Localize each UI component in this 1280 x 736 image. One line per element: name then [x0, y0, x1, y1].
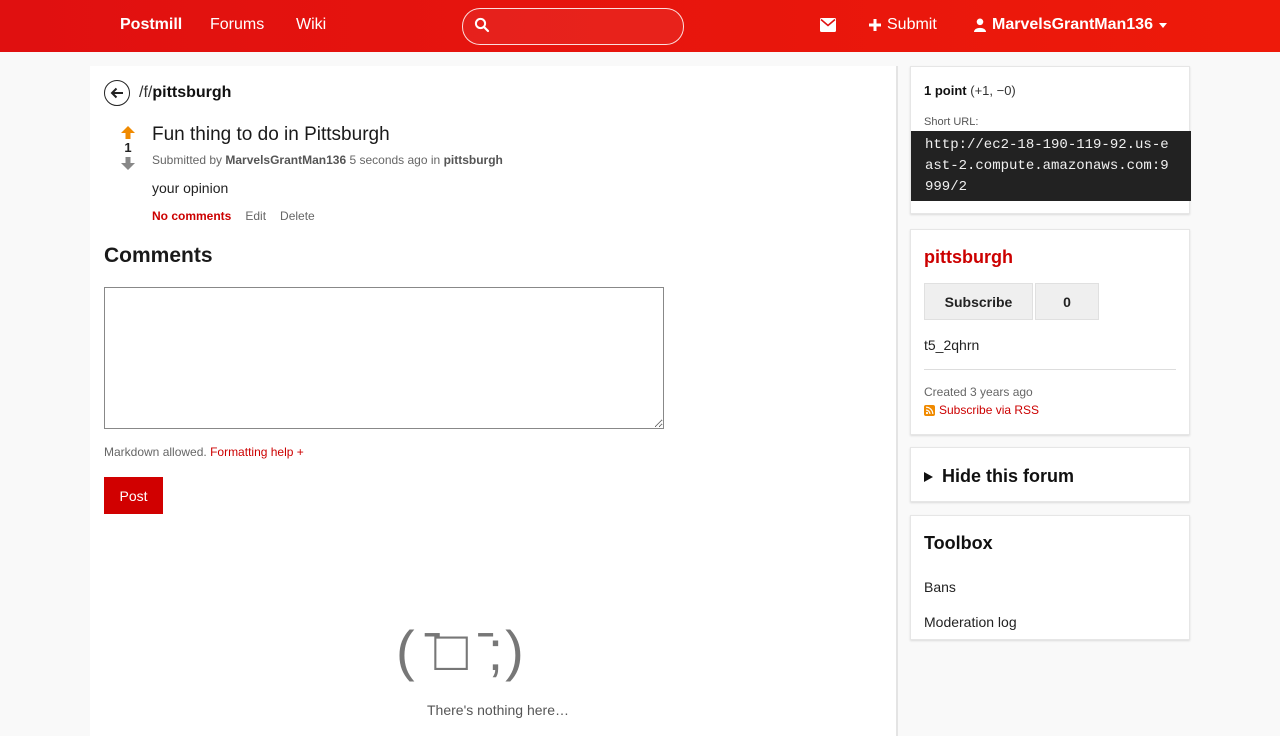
- disclosure-triangle-icon: [924, 471, 933, 482]
- comments-heading: Comments: [104, 244, 213, 267]
- caret-down-icon: [1158, 22, 1167, 28]
- points-breakdown: (+1, −0): [970, 83, 1016, 98]
- search-input[interactable]: [495, 15, 674, 39]
- in-label: in: [430, 153, 441, 167]
- post-title[interactable]: Fun thing to do in Pittsburgh: [152, 124, 390, 146]
- envelope-icon: [820, 18, 836, 32]
- empty-state-emoticon: ( ̄□ ̄;): [396, 619, 526, 682]
- divider: [924, 369, 1176, 370]
- subscriber-count: 0: [1035, 283, 1099, 320]
- user-menu[interactable]: MarvelsGrantMan136: [974, 16, 1167, 34]
- subscribe-button[interactable]: Subscribe: [924, 283, 1033, 320]
- post-points: 1 point (+1, −0): [924, 83, 1016, 98]
- post-comment-button[interactable]: Post: [104, 477, 163, 514]
- username-label: MarvelsGrantMan136: [992, 16, 1153, 33]
- submit-link[interactable]: Submit: [869, 16, 937, 34]
- toolbox-card: Toolbox Bans Moderation log: [910, 515, 1190, 640]
- user-icon: [974, 18, 986, 32]
- toolbox-modlog-link[interactable]: Moderation log: [924, 614, 1017, 630]
- brand-link[interactable]: Postmill: [120, 16, 182, 34]
- short-url-value[interactable]: http://ec2-18-190-119-92.us-east-2.compu…: [911, 131, 1191, 201]
- rss-label: Subscribe via RSS: [939, 403, 1040, 417]
- short-url-label: Short URL:: [924, 116, 979, 128]
- delete-link[interactable]: Delete: [280, 209, 315, 223]
- top-navbar: Postmill Forums Wiki Submit MarvelsGrant…: [0, 0, 1280, 52]
- markdown-allowed-text: Markdown allowed.: [104, 445, 207, 459]
- back-button[interactable]: [104, 80, 130, 106]
- submitted-by-label: Submitted by: [152, 153, 223, 167]
- comment-textarea[interactable]: [104, 287, 664, 429]
- post-score: 1: [124, 140, 132, 155]
- post-author-link[interactable]: MarvelsGrantMan136: [225, 153, 346, 167]
- search-box: [462, 8, 684, 45]
- edit-link[interactable]: Edit: [245, 209, 266, 223]
- rss-icon: [924, 404, 935, 416]
- points-total: 1 point: [924, 83, 967, 98]
- upvote-arrow-icon[interactable]: [121, 126, 135, 139]
- nav-forums-link[interactable]: Forums: [210, 16, 264, 34]
- arrow-left-icon: [110, 87, 123, 99]
- forum-id: t5_2qhrn: [924, 337, 980, 353]
- toolbox-bans-link[interactable]: Bans: [924, 579, 956, 595]
- post-forum-link[interactable]: pittsburgh: [444, 153, 503, 167]
- search-icon: [474, 17, 490, 33]
- main-content: /f/pittsburgh 1 Fun thing to do in Pitts…: [90, 66, 898, 736]
- hide-forum-toggle[interactable]: Hide this forum: [924, 466, 1074, 487]
- formatting-help-link[interactable]: Formatting help +: [210, 445, 304, 459]
- toolbox-title: Toolbox: [924, 533, 993, 553]
- post-actions: No comments Edit Delete: [152, 209, 315, 223]
- post-time: 5 seconds ago: [349, 153, 428, 167]
- hide-forum-card: Hide this forum: [910, 447, 1190, 502]
- post-info-card: 1 point (+1, −0) Short URL: http://ec2-1…: [910, 66, 1191, 214]
- plus-icon: [869, 19, 881, 31]
- submit-label: Submit: [887, 16, 937, 33]
- post-body: your opinion: [152, 180, 229, 196]
- markdown-note: Markdown allowed. Formatting help +: [104, 445, 304, 459]
- empty-state-text: There's nothing here…: [427, 702, 569, 718]
- forum-breadcrumb[interactable]: /f/pittsburgh: [139, 84, 231, 102]
- sidebar-forum-name[interactable]: pittsburgh: [924, 247, 1013, 268]
- forum-name: pittsburgh: [152, 84, 232, 101]
- rss-link[interactable]: Subscribe via RSS: [924, 403, 1039, 417]
- vote-box: 1: [118, 126, 138, 170]
- comments-link[interactable]: No comments: [152, 209, 231, 223]
- forum-info-card: pittsburgh Subscribe 0 t5_2qhrn Created …: [910, 229, 1190, 435]
- forum-prefix: /f/: [139, 84, 153, 101]
- nav-wiki-link[interactable]: Wiki: [296, 16, 326, 34]
- downvote-arrow-icon[interactable]: [121, 157, 135, 170]
- post-meta: Submitted by MarvelsGrantMan136 5 second…: [152, 153, 503, 167]
- hide-forum-label: Hide this forum: [942, 466, 1075, 486]
- forum-created: Created 3 years ago: [924, 385, 1033, 399]
